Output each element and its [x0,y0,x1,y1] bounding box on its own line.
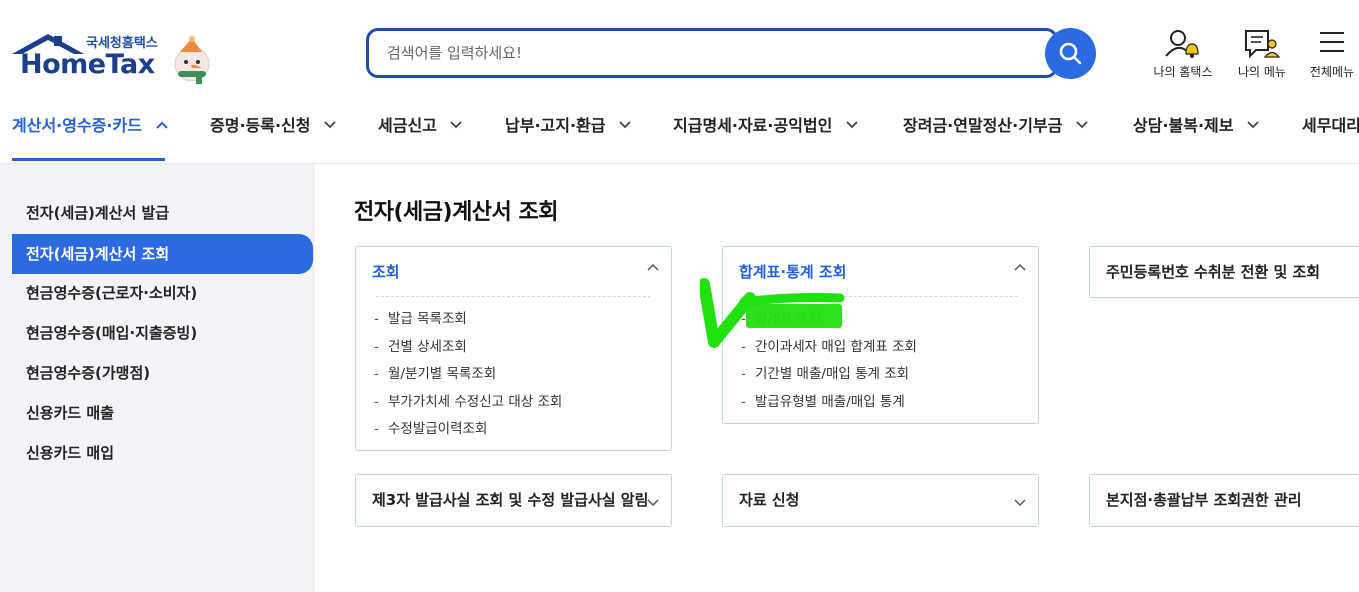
list-item[interactable]: - 발급유형별 매출/매입 통계 [741,390,917,418]
gnb-item-label: 세금신고 [378,116,437,135]
link-label: 부가가치세 수정신고 대상 조회 [388,393,563,410]
gnb-item-label: 납부·고지·환급 [505,116,606,135]
card-title[interactable]: 본지점·총괄납부 조회권한 관리 [1106,489,1302,510]
chevron-down-icon [1247,121,1259,129]
gnb-item-incentives[interactable]: 장려금·연말정산·기부금 [903,112,1088,162]
search-input[interactable] [387,31,987,75]
chevron-down-icon [1076,121,1088,129]
card-title[interactable]: 제3자 발급사실 조회 및 수정 발급사실 알림 [372,489,648,510]
my-hometax-button[interactable]: 나의 홈택스 [1150,28,1216,80]
gnb-item-consultation[interactable]: 상담·불복·제보 [1133,112,1259,162]
gnb-item-payment-refund[interactable]: 납부·고지·환급 [505,112,631,162]
list-item[interactable]: - 간이과세자 매입 합계표 조회 [741,335,917,363]
gnb-active-underline [12,158,165,161]
card-link-list: - 합계표 조회 - 간이과세자 매입 합계표 조회 - 기간별 매출/매입 통계 조… [741,307,917,417]
link-label: 발급 목록조회 [388,311,467,327]
chevron-down-icon [450,121,463,129]
gnb-item-label: 상담·불복·제보 [1133,116,1234,135]
link-label: 월/분기별 목록조회 [388,366,497,382]
hamburger-menu-icon [1320,32,1344,52]
all-menu-button[interactable]: 전체메뉴 [1306,28,1358,80]
gnb-item-tax-agent[interactable]: 세무대리 [1302,112,1359,162]
card-third-party-issuance[interactable]: 제3자 발급사실 조회 및 수정 발급사실 알림 [355,474,672,527]
link-label: 건별 상세조회 [388,338,467,355]
card-title[interactable]: 조회 [372,261,400,282]
list-item[interactable]: - 월/분기별 목록조회 [374,362,562,390]
chevron-up-icon[interactable] [1014,263,1026,271]
gnb-item-label: 지급명세·자료·공익법인 [673,116,833,135]
my-menu-button[interactable]: 나의 메뉴 [1234,28,1290,80]
sidebar-item-cash-receipt-consumer[interactable]: 현금영수증(근로자·소비자) [12,273,313,313]
card-title[interactable]: 합계표·통계 조회 [739,261,847,282]
page-title: 전자(세금)계산서 조회 [354,200,558,225]
list-item[interactable]: - 합계표 조회 [741,307,917,335]
sidebar-item-inquiry[interactable]: 전자(세금)계산서 조회 [12,234,313,274]
logo-title: HomeTax [20,49,155,80]
chevron-down-icon[interactable] [647,499,659,507]
link-label: 합계표 조회 [755,311,822,327]
sidebar-item-issue[interactable]: 전자(세금)계산서 발급 [12,193,313,233]
link-label: 수정발급이력조회 [388,421,488,437]
sidebar-item-card-sales[interactable]: 신용카드 매출 [12,393,313,433]
divider [743,296,1018,297]
header: 국세청홈택스 HomeTax 나의 홈택스 [0,0,1359,100]
chevron-down-icon[interactable] [1014,499,1026,507]
card-title[interactable]: 주민등록번호 수취분 전환 및 조회 [1106,261,1320,282]
chevron-down-icon [846,121,858,129]
sidebar-item-card-purchase[interactable]: 신용카드 매입 [12,433,313,473]
sidebar-item-cash-receipt-merchant[interactable]: 현금영수증(가맹점) [12,353,313,393]
sidebar-item-cash-receipt-purchase[interactable]: 현금영수증(매입·지출증빙) [12,313,313,353]
gnb-item-tax-filing[interactable]: 세금신고 [378,112,463,162]
link-label: 기간별 매출/매입 통계 조회 [755,366,910,382]
card-title[interactable]: 자료 신청 [739,489,799,510]
global-nav: 계산서·영수증·카드 증명·등록·신청 세금신고 납부·고지·환급 지급명세·자… [0,100,1359,164]
all-menu-label: 전체메뉴 [1309,65,1355,79]
gnb-item-invoice-receipt-card[interactable]: 계산서·영수증·카드 [12,112,168,162]
link-label: 간이과세자 매입 합계표 조회 [755,338,917,355]
gnb-item-label: 세무대리 [1302,116,1359,135]
card-resident-number-conversion[interactable]: 주민등록번호 수취분 전환 및 조회 [1089,246,1359,298]
search-button[interactable] [1045,28,1096,79]
gnb-item-label: 장려금·연말정산·기부금 [903,116,1063,135]
chevron-down-icon [324,121,336,129]
card-link-list: - 발급 목록조회 - 건별 상세조회 - 월/분기별 목록조회 - 부가가치세 수정신… [374,307,562,445]
list-item[interactable]: - 발급 목록조회 [374,307,562,335]
gnb-item-certificates[interactable]: 증명·등록·신청 [210,112,336,162]
search-box [366,28,1058,78]
sidebar: 전자(세금)계산서 발급 전자(세금)계산서 조회 현금영수증(근로자·소비자)… [0,164,314,592]
search-icon [1059,42,1082,65]
card-summary-statistics: 합계표·통계 조회 - 합계표 조회 - 간이과세자 매입 합계표 조회 - 기간별 … [722,246,1039,424]
gnb-item-label: 계산서·영수증·카드 [12,116,142,135]
list-item[interactable]: - 수정발급이력조회 [374,417,562,445]
list-item[interactable]: - 부가가치세 수정신고 대상 조회 [374,390,562,418]
my-menu-label: 나의 메뉴 [1238,65,1286,79]
card-data-request[interactable]: 자료 신청 [722,474,1039,527]
document-person-icon [1245,30,1281,59]
chevron-up-icon [155,121,168,129]
chevron-down-icon [619,121,631,129]
card-inquiry: 조회 - 발급 목록조회 - 건별 상세조회 - 월/분기별 목록조회 - 부가가치세 … [355,246,672,451]
gnb-item-label: 증명·등록·신청 [210,116,311,135]
person-bell-icon [1165,30,1199,58]
hometax-logo[interactable]: 국세청홈택스 HomeTax [10,28,220,84]
card-branch-permission[interactable]: 본지점·총괄납부 조회권한 관리 [1089,474,1359,527]
list-item[interactable]: - 기간별 매출/매입 통계 조회 [741,362,917,390]
snowman-mascot-icon [174,36,210,84]
divider [376,296,651,297]
chevron-up-icon[interactable] [647,263,659,271]
my-hometax-label: 나의 홈택스 [1153,65,1213,79]
gnb-item-payment-statements[interactable]: 지급명세·자료·공익법인 [673,112,858,162]
list-item[interactable]: - 건별 상세조회 [374,335,562,363]
link-label: 발급유형별 매출/매입 통계 [755,393,905,410]
